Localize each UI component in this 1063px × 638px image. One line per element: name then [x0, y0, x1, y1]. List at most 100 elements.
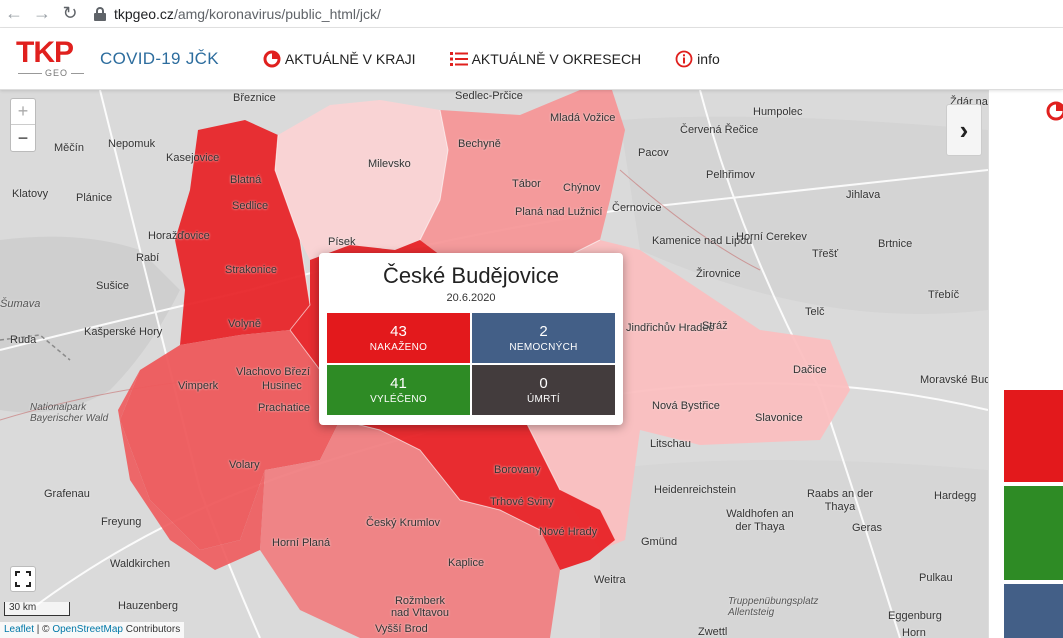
map-place: Rožmberk nad Vltavou [390, 595, 450, 619]
menu-item-label: info [697, 50, 720, 67]
tkp-geo-logo[interactable]: TKP GEO [16, 35, 86, 80]
fullscreen-button[interactable] [10, 566, 36, 592]
map-place: Borovany [494, 464, 541, 476]
map-place: Vlachovo Březí [236, 366, 310, 378]
map-place: Planá nad Lužnicí [515, 206, 603, 218]
stat-label: VYLÉČENO [370, 394, 427, 405]
sidebar-toggle-button[interactable]: › [946, 104, 982, 156]
map-place: Černovice [612, 202, 662, 214]
zoom-in-button[interactable]: + [11, 99, 35, 125]
map-place: Zwettl [698, 626, 728, 638]
address-bar[interactable]: tkpgeo.cz/amg/koronavirus/public_html/jc… [94, 6, 381, 22]
logo-sub: GEO [42, 67, 72, 78]
map-place: Truppenübungsplatz Allentsteig [728, 596, 819, 618]
list-icon [449, 50, 468, 68]
map-place: Horní Cerekev [736, 231, 807, 243]
map-place: Klatovy [12, 188, 49, 200]
menu-item-label: AKTUÁLNĚ V KRAJI [284, 50, 416, 67]
osm-link[interactable]: OpenStreetMap [52, 624, 123, 635]
attribution-separator: | © [34, 624, 53, 635]
stat-value: 43 [390, 323, 407, 340]
zoom-out-button[interactable]: − [11, 125, 35, 151]
map-place: Moravské Budějovice [920, 374, 988, 386]
map-place: Třebíč [928, 289, 960, 301]
map-place: Chýnov [563, 182, 601, 194]
map-place: Strakonice [225, 264, 277, 276]
map-place: Nová Bystřice [652, 400, 720, 412]
map-place: Trhové Sviny [490, 496, 554, 508]
map-place: Heidenreichstein [654, 484, 736, 496]
back-arrow-icon[interactable]: ← [0, 0, 28, 28]
forward-arrow-icon[interactable]: → [28, 0, 56, 28]
browser-toolbar: ← → ↻ tkpgeo.cz/amg/koronavirus/public_h… [0, 0, 1063, 28]
summary-block-sick [1004, 584, 1063, 638]
stat-value: 41 [390, 375, 407, 392]
map-place: Eggenburg [888, 610, 942, 622]
lock-icon [94, 6, 106, 21]
stat-label: NAKAŽENO [369, 342, 428, 353]
menu-item-info[interactable]: info [675, 50, 720, 68]
map-place: Litschau [650, 438, 691, 450]
stat-recovered: 41 VYLÉČENO [327, 365, 470, 415]
map-place: Nationalpark Bayerischer Wald [30, 402, 109, 424]
map-place: Hauzenberg [118, 600, 178, 612]
summary-block-recovered [1004, 486, 1063, 580]
map-place: Waldhofen an der Thaya [726, 508, 794, 533]
map-place: Telč [805, 306, 825, 318]
map-place: Písek [328, 236, 356, 248]
menu-item-okresy[interactable]: AKTUÁLNĚ V OKRESECH [449, 50, 641, 68]
map-place: Mladá Vožice [550, 112, 616, 124]
map-place: Slavonice [755, 412, 803, 424]
scale-bar: 30 km [4, 602, 70, 616]
map-place: Pulkau [919, 572, 953, 584]
map-place: Hardegg [934, 490, 977, 502]
map-place: Plánice [76, 192, 113, 204]
map-place: Horn [902, 627, 926, 638]
right-sidebar [988, 90, 1063, 638]
map-place: Tábor [512, 178, 541, 190]
menu-item-kraj[interactable]: AKTUÁLNĚ V KRAJI [263, 50, 416, 68]
app-title[interactable]: COVID-19 JČK [100, 49, 219, 69]
stat-value: 2 [539, 323, 548, 340]
map-place: Český Krumlov [366, 517, 440, 529]
map-place: Stráž [702, 320, 728, 332]
map-place: Vimperk [178, 380, 219, 392]
map-place: Šumava [0, 298, 41, 310]
chevron-right-icon: › [959, 114, 969, 145]
stat-deaths: 0 ÚMRTÍ [472, 365, 615, 415]
zoom-control: + − [10, 98, 36, 152]
pie-chart-icon [1046, 101, 1063, 121]
url-path: /amg/koronavirus/public_html/jck/ [173, 5, 381, 22]
map-place: Červená Řečice [680, 124, 759, 136]
map-place: Humpolec [753, 106, 803, 118]
map-place: Nepomuk [108, 138, 156, 150]
url-host: tkpgeo.cz [114, 5, 174, 22]
attribution-contributors: Contributors [122, 624, 181, 635]
map-place: Třešť [812, 248, 839, 260]
map-place: Jihlava [846, 189, 881, 201]
popup-title: České Budějovice [382, 263, 560, 288]
stat-label: ÚMRTÍ [527, 394, 560, 405]
map-place: Freyung [101, 516, 142, 528]
main-menu: AKTUÁLNĚ V KRAJI AKTUÁLNĚ V OKRESECH inf… [263, 50, 754, 68]
reload-icon[interactable]: ↻ [56, 0, 84, 28]
map-place: Brtnice [878, 238, 913, 250]
stat-infected: 43 NAKAŽENO [327, 313, 470, 363]
map-place: Nové Hrady [539, 526, 598, 538]
map-place: Volary [229, 459, 260, 471]
leaflet-link[interactable]: Leaflet [4, 624, 34, 635]
map-place: Sušice [96, 280, 130, 292]
map-place: Husinec [262, 380, 302, 392]
map-place: Vyšší Brod [375, 623, 428, 635]
fullscreen-icon [15, 571, 31, 587]
map-place: Kaplice [448, 557, 485, 569]
map-place: Prachatice [258, 402, 310, 414]
map-area[interactable]: Březnice Sedlec-Prčice Humpolec Ždár na … [0, 90, 988, 638]
map-place: Březnice [233, 92, 276, 104]
logo-text: TKP [16, 35, 74, 69]
map-place: Gmünd [641, 536, 678, 548]
map-place: Dačice [793, 364, 827, 376]
stats-grid: 43 NAKAŽENO 2 NEMOCNÝCH 41 VYLÉČENO 0 ÚM… [327, 313, 615, 415]
map-place: Ruda [10, 334, 37, 346]
map-place: Horní Planá [272, 537, 331, 549]
